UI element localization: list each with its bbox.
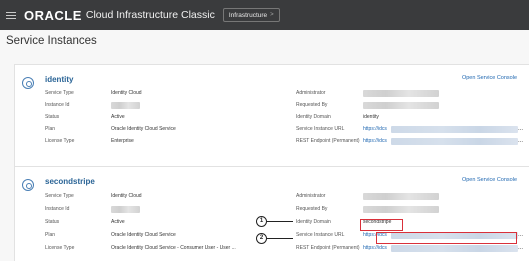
detail-row: Status Active Identity Domain secondstri… [15,216,529,228]
breadcrumb-infrastructure[interactable]: Infrastructure > [222,8,280,22]
redacted-value [111,102,140,109]
callout-connector-line [267,221,293,222]
redacted-value [363,206,439,213]
field-value: Active [111,219,125,225]
field-label: Plan [45,232,56,238]
service-instance-card: identity Open Service Console Service Ty… [14,64,529,166]
detail-row: Status Active Identity Domain identity [15,111,529,123]
redacted-value [391,138,518,145]
detail-row: Plan Oracle Identity Cloud Service Servi… [15,123,529,135]
field-label: License Type [45,245,75,251]
detail-row: Service Type Identity Cloud Administrato… [15,190,529,202]
service-url-highlight-box [376,232,517,244]
callout-connector-line [267,238,293,239]
top-bar: ORACLE Cloud Infrastructure Classic Infr… [0,0,529,30]
hamburger-menu-icon[interactable] [6,11,16,19]
service-instance-name[interactable]: identity [45,75,73,84]
field-value: identity [363,114,379,120]
detail-row: License Type Enterprise REST Endpoint (P… [15,135,529,147]
field-value: Oracle Identity Cloud Service [111,126,176,132]
field-label: Status [45,219,60,225]
field-label: Identity Domain [296,114,331,120]
detail-row: Instance Id Requested By [15,203,529,215]
redacted-value [363,102,439,109]
field-label: Service Instance URL [296,232,345,238]
redacted-value [111,206,140,213]
ellipsis: ... [518,138,524,144]
detail-row: Instance Id Requested By [15,99,529,111]
field-label: License Type [45,138,75,144]
ellipsis: ... [518,232,524,238]
field-value: Identity Cloud [111,90,142,96]
field-value: Enterprise [111,138,134,144]
field-label: Service Type [45,90,74,96]
field-value: Oracle Identity Cloud Service [111,232,176,238]
field-label: Instance Id [45,102,70,108]
field-label: Service Type [45,193,74,199]
field-value: Active [111,114,125,120]
chevron-right-icon: > [270,12,274,18]
field-label: Service Instance URL [296,126,345,132]
callout-badge-2: 2 [256,233,267,244]
field-label: Plan [45,126,56,132]
service-instance-name[interactable]: secondstripe [45,177,95,186]
field-label: Requested By [296,206,328,212]
field-label: REST Endpoint (Permanent) [296,245,360,251]
detail-row: Service Type Identity Cloud Administrato… [15,87,529,99]
field-label: Administrator [296,90,326,96]
field-label: Status [45,114,60,120]
oracle-logo: ORACLE [24,7,82,23]
identity-domain-highlight-box [360,219,403,231]
rest-endpoint-link[interactable]: https://idcs [363,135,387,147]
field-label: Instance Id [45,206,70,212]
redacted-value [363,90,439,97]
page-title: Service Instances [6,35,97,47]
service-instance-url-link[interactable]: https://idcs [363,123,387,135]
open-service-console-link[interactable]: Open Service Console [462,75,517,81]
field-label: REST Endpoint (Permanent) [296,138,360,144]
field-label: Administrator [296,193,326,199]
redacted-value [391,126,518,133]
field-value: Identity Cloud [111,193,142,199]
field-value: Oracle Identity Cloud Service - Consumer… [111,245,236,251]
breadcrumb-label: Infrastructure [228,11,268,19]
ellipsis: ... [518,126,524,132]
callout-badge-1: 1 [256,216,267,227]
field-label: Requested By [296,102,328,108]
product-name: Cloud Infrastructure Classic [85,9,215,21]
redacted-value [363,193,439,200]
open-service-console-link[interactable]: Open Service Console [462,177,517,183]
redacted-value [391,245,518,252]
ellipsis: ... [518,245,524,251]
field-label: Identity Domain [296,219,331,225]
service-instance-card: secondstripe Open Service Console Servic… [14,166,529,261]
